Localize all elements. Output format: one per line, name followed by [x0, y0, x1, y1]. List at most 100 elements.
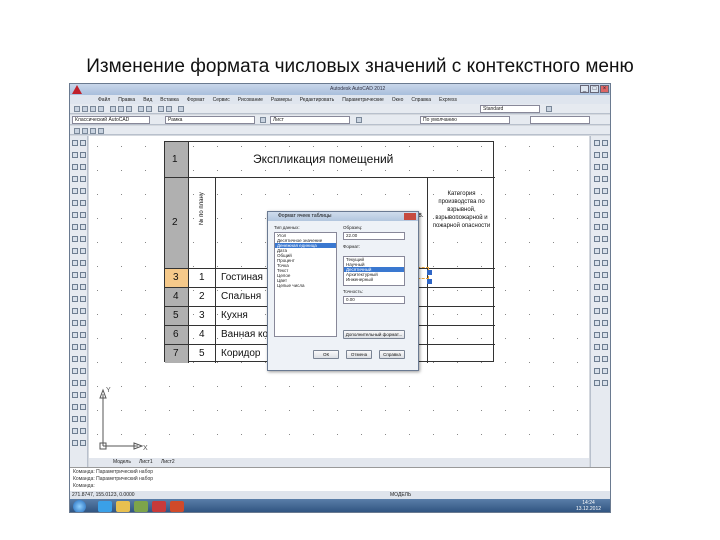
pan-icon[interactable]: [158, 106, 164, 112]
circle-icon[interactable]: [90, 128, 96, 134]
list-tool-icon[interactable]: [80, 368, 86, 374]
join-tool-icon[interactable]: [72, 332, 78, 338]
wipeout-tool-icon[interactable]: [80, 392, 86, 398]
format-item[interactable]: Инженерный: [344, 277, 404, 282]
cancel-button[interactable]: Отмена: [346, 350, 372, 359]
help-icon[interactable]: [546, 106, 552, 112]
join-icon[interactable]: [594, 212, 600, 218]
selection-grip[interactable]: [427, 279, 432, 284]
snap-apparent-icon[interactable]: [602, 248, 608, 254]
snap-perpendicular-icon[interactable]: [594, 284, 600, 290]
offset-icon[interactable]: [602, 152, 608, 158]
match-tool-icon[interactable]: [80, 356, 86, 362]
text-tool-icon[interactable]: [80, 236, 86, 242]
mtext-tool-icon[interactable]: [72, 236, 78, 242]
snap-ortho-icon[interactable]: [602, 344, 608, 350]
point-tool-icon[interactable]: [80, 200, 86, 206]
divide-tool-icon[interactable]: [72, 380, 78, 386]
chamfer-tool-icon[interactable]: [80, 332, 86, 338]
maximize-icon[interactable]: □: [590, 85, 599, 93]
block-tool-icon[interactable]: [72, 200, 78, 206]
paste-icon[interactable]: [126, 106, 132, 112]
break-tool-icon[interactable]: [80, 320, 86, 326]
new-icon[interactable]: [74, 106, 80, 112]
arc-tool-icon[interactable]: [80, 164, 86, 170]
attdef-tool-icon[interactable]: [80, 416, 86, 422]
properties-icon[interactable]: [178, 106, 184, 112]
snap-parallel-icon[interactable]: [602, 284, 608, 290]
additional-format-button[interactable]: Дополнительный формат...: [343, 330, 405, 339]
menu-dimension[interactable]: Размеры: [271, 97, 292, 103]
menu-draw[interactable]: Рисование: [238, 97, 263, 103]
ellipse-tool-icon[interactable]: [80, 188, 86, 194]
layer-icon[interactable]: [260, 117, 266, 123]
format-list[interactable]: Текущий Научный Десятичный Архитектурный…: [343, 256, 405, 286]
array-tool-icon[interactable]: [72, 284, 78, 290]
open-icon[interactable]: [82, 106, 88, 112]
field-tool-icon[interactable]: [80, 440, 86, 446]
explorer-icon[interactable]: [116, 501, 130, 512]
workspace-combo[interactable]: Классический AutoCAD: [72, 116, 150, 124]
data-type-list[interactable]: Угол Десятичное значение Денежная единиц…: [274, 232, 337, 337]
revcloud-tool-icon[interactable]: [80, 176, 86, 182]
ie-icon[interactable]: [98, 501, 112, 512]
table-tool-icon[interactable]: [80, 224, 86, 230]
menu-edit[interactable]: Правка: [118, 97, 135, 103]
media-icon[interactable]: [134, 501, 148, 512]
line-icon[interactable]: [74, 128, 80, 134]
menu-insert[interactable]: Вставка: [160, 97, 179, 103]
explode-tool-icon[interactable]: [80, 344, 86, 350]
cut-icon[interactable]: [110, 106, 116, 112]
snap-ducs-icon[interactable]: [602, 368, 608, 374]
array-icon[interactable]: [594, 164, 600, 170]
copy-tool-icon[interactable]: [80, 260, 86, 266]
layer-combo[interactable]: Рамка: [165, 116, 255, 124]
snap-from-icon[interactable]: [602, 320, 608, 326]
snap-temp-icon[interactable]: [594, 332, 600, 338]
scale-icon[interactable]: [602, 176, 608, 182]
dimstyle-combo[interactable]: Standard: [480, 105, 540, 113]
move-tool-icon[interactable]: [80, 284, 86, 290]
break-icon[interactable]: [602, 200, 608, 206]
menu-format[interactable]: Формат: [187, 97, 205, 103]
snap-nearest-icon[interactable]: [594, 308, 600, 314]
hatch-tool-icon[interactable]: [72, 212, 78, 218]
type-item[interactable]: Целые числа: [275, 283, 336, 288]
offset-tool-icon[interactable]: [80, 272, 86, 278]
autocad-logo-icon[interactable]: [72, 85, 82, 94]
snap-settings-icon[interactable]: [594, 320, 600, 326]
donut-tool-icon[interactable]: [72, 404, 78, 410]
redo-icon[interactable]: [146, 106, 152, 112]
save-icon[interactable]: [90, 106, 96, 112]
model-toggle[interactable]: МОДЕЛЬ: [390, 491, 411, 499]
selection-grip[interactable]: [427, 270, 432, 275]
snap-midpoint-icon[interactable]: [602, 236, 608, 242]
menu-view[interactable]: Вид: [143, 97, 152, 103]
measure-tool-icon[interactable]: [72, 368, 78, 374]
snap-intersection-icon[interactable]: [594, 248, 600, 254]
snap-polar-icon[interactable]: [594, 356, 600, 362]
polyline-tool-icon[interactable]: [72, 152, 78, 158]
dim-tool-icon[interactable]: [72, 248, 78, 254]
snap-tangent-icon[interactable]: [602, 272, 608, 278]
minimize-icon[interactable]: _: [580, 85, 589, 93]
linetype-combo[interactable]: Лист: [270, 116, 350, 124]
snap-extension-icon[interactable]: [594, 260, 600, 266]
gradient-tool-icon[interactable]: [80, 212, 86, 218]
mirror-icon[interactable]: [594, 152, 600, 158]
snap-otrack-icon[interactable]: [594, 368, 600, 374]
autocad-task-icon[interactable]: [152, 501, 166, 512]
plotstyle-combo[interactable]: [530, 116, 590, 124]
dialog-close-icon[interactable]: [404, 213, 416, 220]
precision-select[interactable]: 0.00: [343, 296, 405, 304]
circle-tool-icon[interactable]: [72, 176, 78, 182]
copy-object-icon[interactable]: [602, 140, 608, 146]
tab-sheet1[interactable]: Лист1: [139, 459, 153, 465]
menu-tools[interactable]: Сервис: [213, 97, 230, 103]
polygon-tool-icon[interactable]: [80, 152, 86, 158]
scale-tool-icon[interactable]: [80, 296, 86, 302]
snap-dyn-icon[interactable]: [594, 380, 600, 386]
helix-tool-icon[interactable]: [80, 404, 86, 410]
rectangle-tool-icon[interactable]: [72, 164, 78, 170]
menu-modify[interactable]: Редактировать: [300, 97, 335, 103]
